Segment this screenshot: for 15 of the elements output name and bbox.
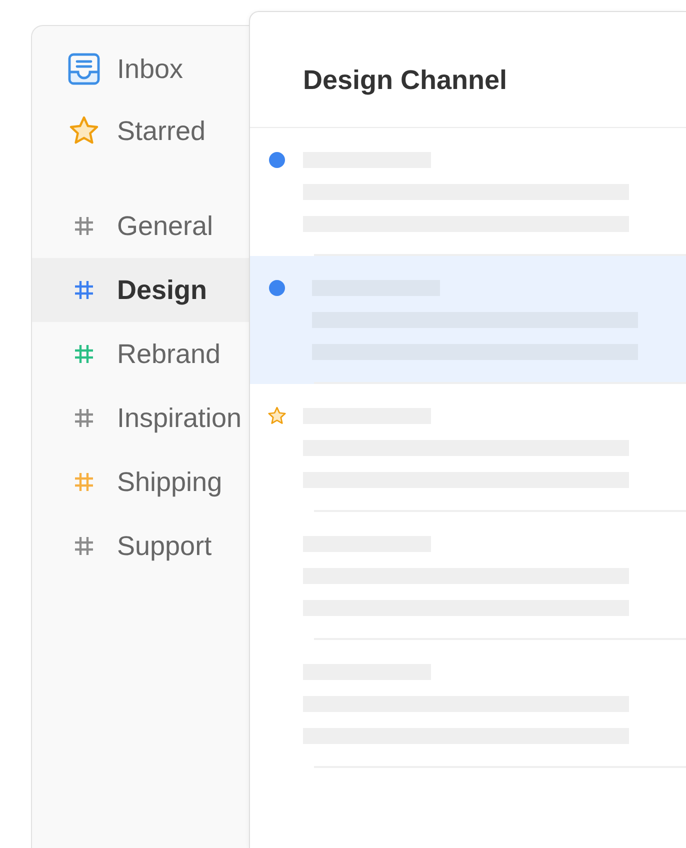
channel-item[interactable]: General (32, 194, 249, 258)
channel-title: Design Channel (303, 65, 508, 96)
message-row[interactable] (250, 512, 686, 640)
message-row[interactable] (250, 256, 686, 384)
sidebar-item[interactable]: Starred (32, 100, 249, 162)
channel-item[interactable]: Shipping (32, 450, 249, 514)
channel-item[interactable]: Support (32, 514, 249, 578)
message-row[interactable] (250, 384, 686, 512)
inbox-tray-icon (68, 53, 100, 85)
sidebar-item[interactable]: Inbox (32, 38, 249, 100)
message-row[interactable] (250, 640, 686, 768)
channel-item[interactable]: Design (32, 258, 249, 322)
channel-item[interactable]: Rebrand (32, 322, 249, 386)
channel-item[interactable]: Inspiration (32, 386, 249, 450)
message-row[interactable] (250, 128, 686, 256)
